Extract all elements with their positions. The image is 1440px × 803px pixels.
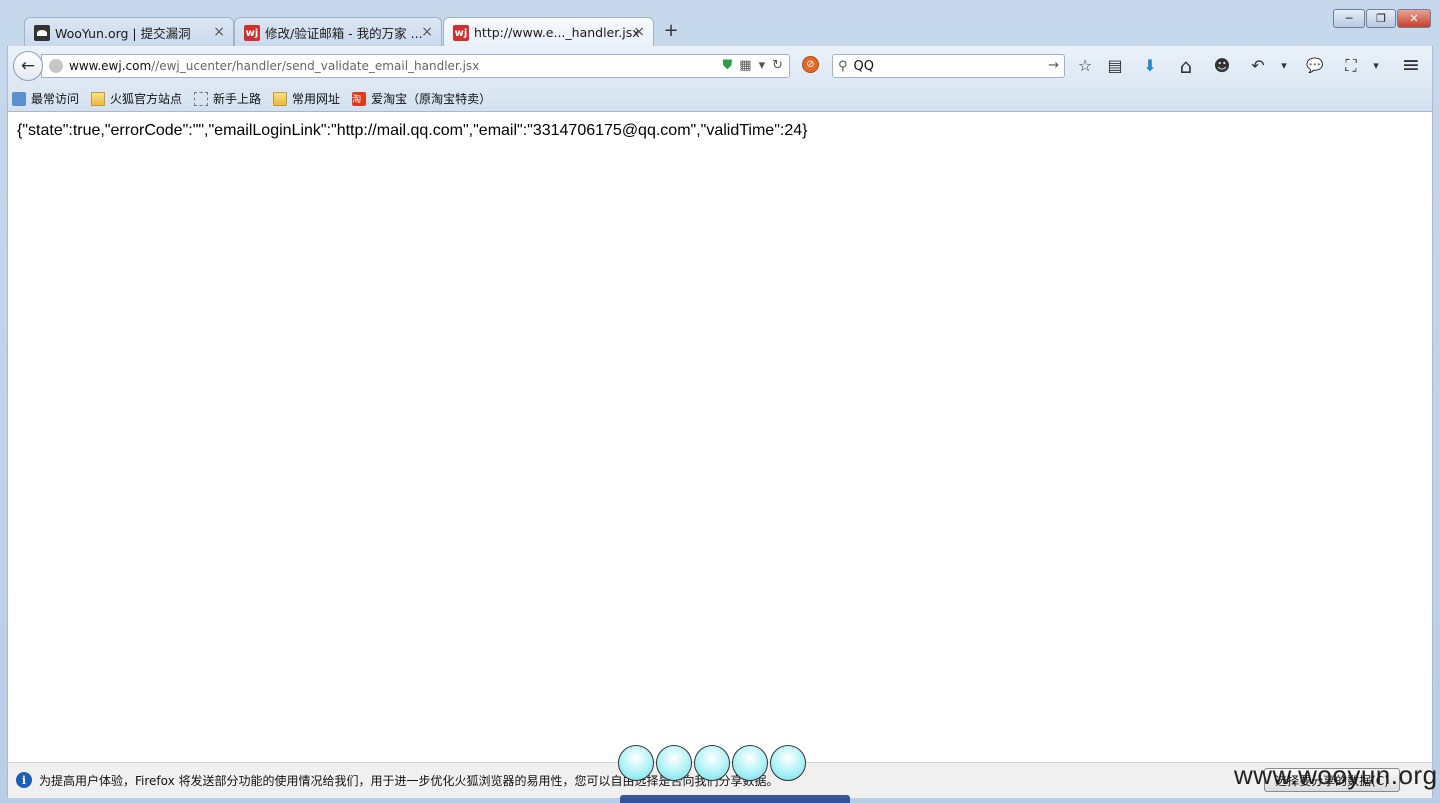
- url-text[interactable]: www.ewj.com//ewj_ucenter/handler/send_va…: [69, 59, 479, 73]
- maximize-icon: ❐: [1376, 12, 1386, 25]
- qr-code-icon[interactable]: ▦: [739, 58, 751, 73]
- crop-dropdown-icon[interactable]: ▾: [1366, 56, 1386, 76]
- search-icon: ⚲: [838, 58, 848, 74]
- bubble-icon: [656, 745, 692, 781]
- folder-icon: [273, 91, 288, 106]
- home-icon[interactable]: ⌂: [1176, 56, 1196, 76]
- close-tab-icon[interactable]: ×: [213, 24, 225, 40]
- bookmarks-toolbar: 最常访问 火狐官方站点 新手上路 常用网址 淘 爱淘宝（原淘宝特卖）: [7, 86, 1433, 112]
- bookmark-label: 最常访问: [31, 92, 80, 106]
- ewj-icon: wj: [244, 25, 260, 41]
- url-path: //ewj_ucenter/handler/send_validate_emai…: [151, 59, 480, 73]
- close-window-button[interactable]: ✕: [1397, 9, 1431, 28]
- undo-dropdown-icon[interactable]: ▾: [1274, 56, 1294, 76]
- tab-handler-active[interactable]: wj http://www.e..._handler.jsx ×: [443, 17, 654, 46]
- back-button[interactable]: ←: [13, 51, 43, 81]
- bookmark-most-visited[interactable]: 最常访问: [12, 90, 79, 107]
- folder-icon: [91, 91, 106, 106]
- search-bar[interactable]: ⚲ →: [832, 54, 1065, 78]
- json-response-text: {"state":true,"errorCode":"","emailLogin…: [17, 122, 808, 139]
- url-domain: www.ewj.com: [69, 59, 152, 73]
- globe-icon: [49, 59, 63, 73]
- crop-icon[interactable]: ⛶: [1341, 56, 1361, 76]
- taskbar-fragment: [620, 795, 850, 803]
- taobao-icon: 淘: [352, 91, 367, 106]
- tab-strip: WooYun.org | 提交漏洞 × wj 修改/验证邮箱 - 我的万家 ..…: [0, 0, 1440, 46]
- tab-title: http://www.e..._handler.jsx: [474, 24, 640, 40]
- close-tab-icon[interactable]: ×: [421, 24, 433, 40]
- tab-wooyun[interactable]: WooYun.org | 提交漏洞 ×: [24, 17, 234, 46]
- bubble-overlay: [618, 745, 806, 781]
- reading-list-icon[interactable]: ▤: [1105, 56, 1125, 76]
- search-input[interactable]: [851, 57, 1036, 75]
- bookmark-label: 爱淘宝（原淘宝特卖）: [371, 92, 492, 106]
- url-bar[interactable]: www.ewj.com//ewj_ucenter/handler/send_va…: [41, 54, 790, 78]
- tab-ewj-email[interactable]: wj 修改/验证邮箱 - 我的万家 ... ×: [234, 17, 442, 46]
- bubble-icon: [618, 745, 654, 781]
- tab-title: WooYun.org | 提交漏洞: [55, 25, 191, 41]
- dashed-folder-icon: [194, 91, 209, 106]
- tab-title: 修改/验证邮箱 - 我的万家 ...: [265, 25, 423, 41]
- smiley-icon[interactable]: ☻: [1212, 56, 1232, 76]
- reload-icon[interactable]: ↻: [772, 58, 783, 73]
- navigation-toolbar: www.ewj.com//ewj_ucenter/handler/send_va…: [7, 46, 1433, 86]
- bookmark-getting-started[interactable]: 新手上路: [194, 90, 261, 107]
- star-icon[interactable]: ☆: [1075, 56, 1095, 76]
- bookmark-firefox-official[interactable]: 火狐官方站点: [91, 90, 182, 107]
- ewj-icon: wj: [453, 25, 469, 41]
- dropdown-icon[interactable]: ▾: [759, 58, 766, 73]
- wooyun-icon: [34, 25, 50, 41]
- bookmark-common-sites[interactable]: 常用网址: [273, 90, 340, 107]
- adblock-icon[interactable]: ⊘: [802, 56, 819, 73]
- undo-icon[interactable]: ↶: [1248, 56, 1268, 76]
- maximize-button[interactable]: ❐: [1366, 9, 1396, 28]
- url-bar-icons: ⛊ ▦ ▾ ↻: [723, 58, 784, 73]
- bookmark-taobao[interactable]: 淘 爱淘宝（原淘宝特卖）: [352, 90, 491, 107]
- menu-icon[interactable]: ≡: [1401, 55, 1421, 77]
- most-visited-icon: [12, 91, 26, 106]
- close-tab-icon[interactable]: ×: [633, 24, 645, 40]
- browser-window: WooYun.org | 提交漏洞 × wj 修改/验证邮箱 - 我的万家 ..…: [0, 0, 1440, 803]
- chat-icon[interactable]: 💬: [1305, 56, 1325, 76]
- minimize-button[interactable]: ─: [1333, 9, 1365, 28]
- close-icon: ✕: [1409, 12, 1419, 25]
- bookmark-label: 新手上路: [213, 92, 262, 106]
- shield-icon[interactable]: ⛊: [723, 58, 733, 73]
- minimize-icon: ─: [1345, 12, 1353, 25]
- watermark: www.wooyun.org: [1234, 760, 1438, 790]
- page-content: {"state":true,"errorCode":"","emailLogin…: [7, 112, 1433, 762]
- info-icon: i: [16, 772, 32, 788]
- bookmark-label: 火狐官方站点: [110, 92, 183, 106]
- bubble-icon: [732, 745, 768, 781]
- new-tab-button[interactable]: +: [662, 20, 680, 41]
- search-go-icon[interactable]: →: [1048, 58, 1059, 73]
- bubble-icon: [694, 745, 730, 781]
- bubble-icon: [770, 745, 806, 781]
- back-arrow-icon: ←: [20, 56, 36, 76]
- download-icon[interactable]: ⬇: [1140, 56, 1160, 76]
- bookmark-label: 常用网址: [292, 92, 341, 106]
